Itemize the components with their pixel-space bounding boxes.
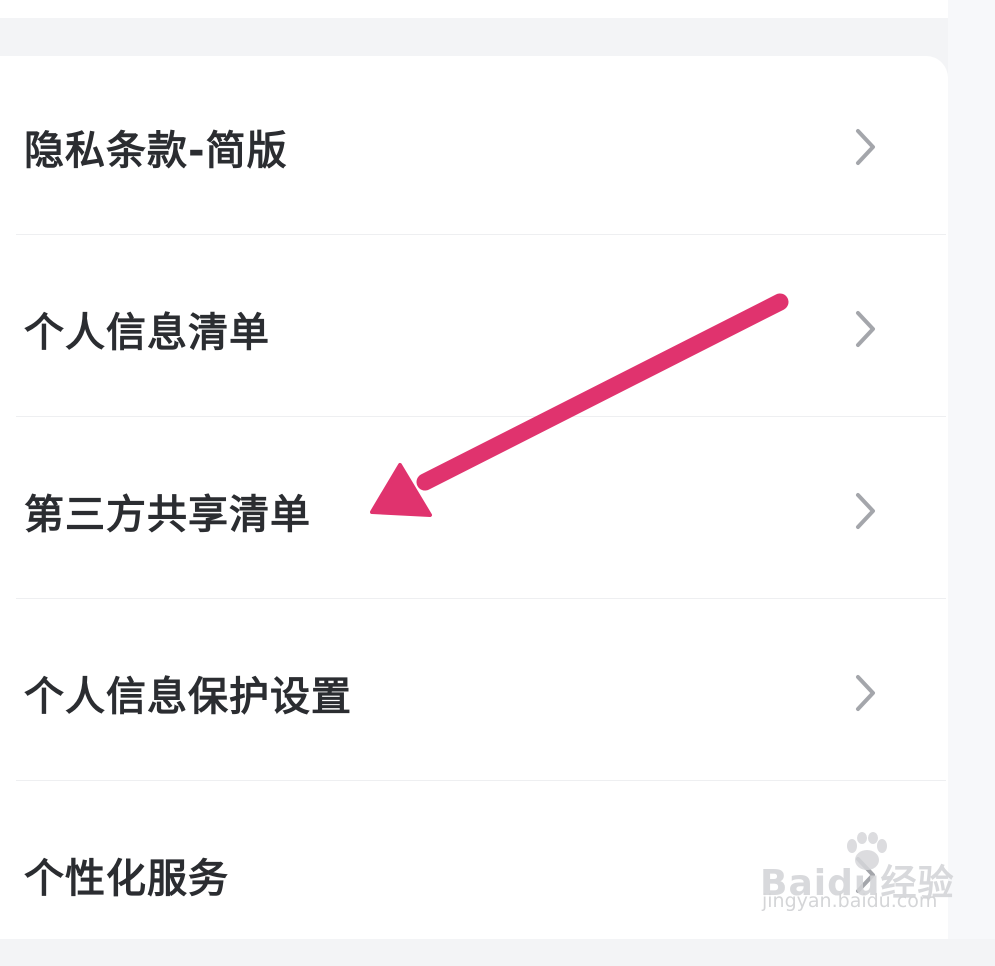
top-card [0,0,948,18]
chevron-right-icon [856,129,875,165]
chevron-right-icon [856,493,875,529]
chevron-right-icon [856,311,875,347]
menu-item-label: 个人信息保护设置 [24,674,352,720]
right-gutter [948,0,995,939]
chevron-right-icon [856,675,875,711]
menu-item-label: 隐私条款-简版 [24,128,288,174]
menu-item-personal-info-protection-settings[interactable]: 个人信息保护设置 [0,602,948,784]
menu-item-personal-info-list[interactable]: 个人信息清单 [0,238,948,420]
menu-item-privacy-terms-brief[interactable]: 隐私条款-简版 [0,56,948,238]
settings-menu: 隐私条款-简版 个人信息清单 第三方共享清单 个人信息保护设置 个性化服务 [0,56,948,939]
watermark-url: jingyan.baidu.com [762,890,938,912]
divider [16,234,946,235]
divider [16,598,946,599]
divider [16,416,946,417]
menu-item-label: 个人信息清单 [24,310,270,356]
menu-item-label: 个性化服务 [24,856,229,902]
menu-item-third-party-sharing-list[interactable]: 第三方共享清单 [0,420,948,602]
baidu-watermark: Baidu经验 jingyan.baidu.com [760,832,953,922]
divider [16,780,946,781]
menu-item-label: 第三方共享清单 [24,492,311,538]
